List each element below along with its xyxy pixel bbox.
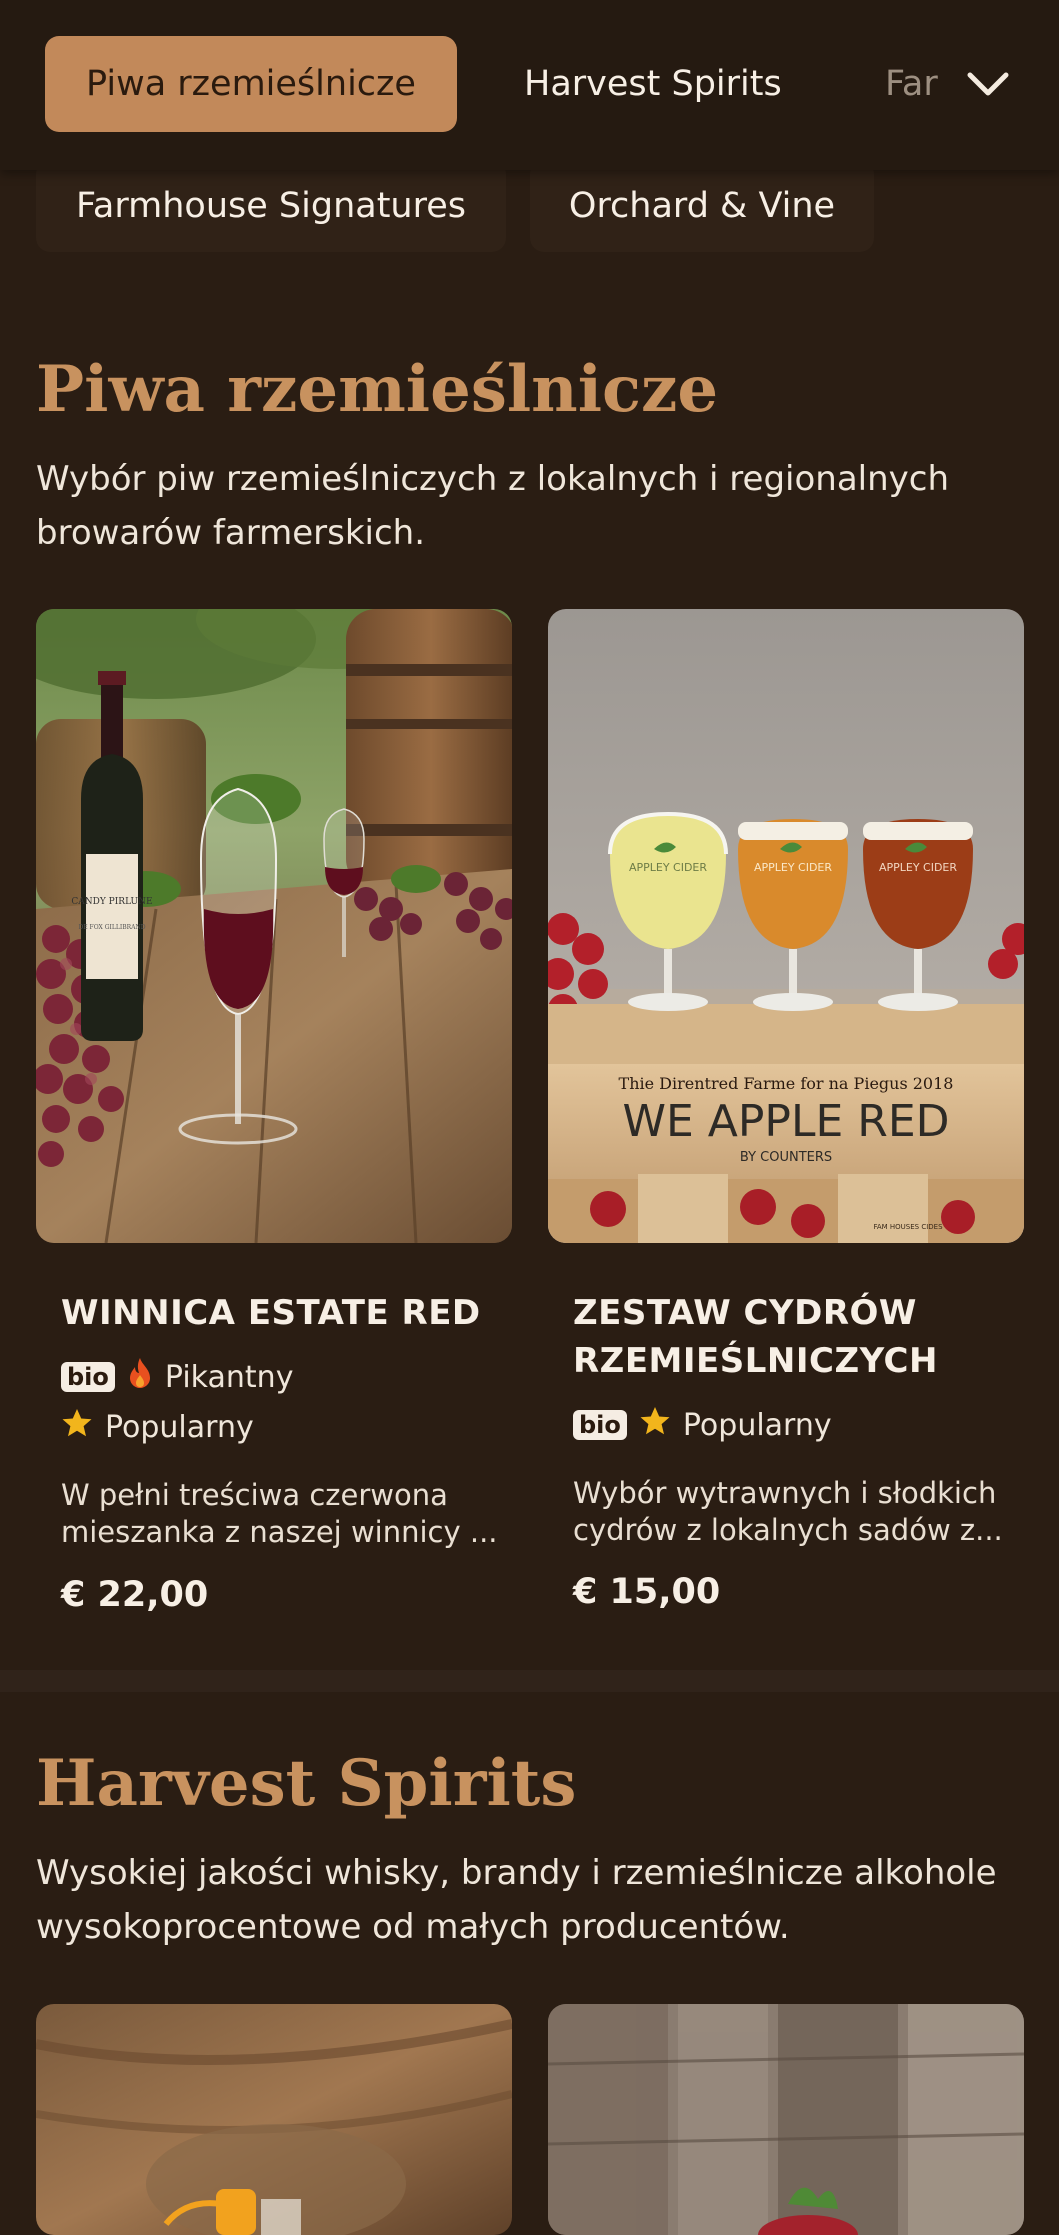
product-tags: bio Popularny <box>573 1405 832 1445</box>
product-price: € 22,00 <box>61 1575 209 1615</box>
product-price: € 15,00 <box>573 1572 721 1612</box>
section-divider <box>0 1670 1059 1692</box>
glass-label-2: APPLEY CIDER <box>754 861 832 874</box>
bottle-label-sub: DE FOX GILLIBRAND <box>78 924 145 931</box>
glass-label-1: APPLEY CIDER <box>629 861 707 874</box>
crate-top-text: Thie Direntred Farme for na Piegus 2018 <box>619 1074 954 1093</box>
category-nav: Piwa rzemieślnicze Harvest Spirits Far <box>0 0 1059 170</box>
product-image-spirit-2[interactable] <box>548 2004 1024 2235</box>
popular-label: Popularny <box>105 1409 254 1445</box>
flame-icon <box>127 1357 153 1397</box>
tab-harvest-spirits[interactable]: Harvest Spirits <box>524 36 782 132</box>
crate-small-text: FAM HOUSES CIDES <box>873 1223 943 1231</box>
bio-badge: bio <box>573 1410 627 1440</box>
product-card-cydry[interactable]: Thie Direntred Farme for na Piegus 2018 … <box>548 609 1024 1629</box>
tab-piwa-rzemieslnicze[interactable]: Piwa rzemieślnicze <box>45 36 457 132</box>
product-tags: bio Pikantny <box>61 1357 293 1397</box>
product-name: ZESTAW CYDRÓW RZEMIEŚLNICZYCH <box>573 1293 938 1381</box>
section-description-harvest-spirits: Wysokiej jakości whisky, brandy i rzemie… <box>36 1853 997 1947</box>
subtab-farmhouse-signatures[interactable]: Farmhouse Signatures <box>36 160 506 252</box>
product-image-cider[interactable]: Thie Direntred Farme for na Piegus 2018 … <box>548 609 1024 1243</box>
bio-badge: bio <box>61 1362 115 1392</box>
star-icon <box>61 1407 93 1447</box>
spicy-label: Pikantny <box>164 1359 294 1395</box>
product-card-winnica[interactable]: CANDY PIRLUNE DE FOX GILLIBRAND WINNICA … <box>36 609 512 1629</box>
popular-label: Popularny <box>682 1407 832 1443</box>
glass-label-3: APPLEY CIDER <box>879 861 957 874</box>
product-description: W pełni treściwa czerwona mieszanka z na… <box>61 1478 498 1549</box>
section-title-piwa: Piwa rzemieślnicze <box>36 352 719 427</box>
section-title-harvest-spirits: Harvest Spirits <box>36 1746 577 1821</box>
subtab-orchard-vine[interactable]: Orchard & Vine <box>530 160 874 252</box>
subcategory-row: Farmhouse Signatures Orchard & Vine <box>0 160 1059 253</box>
chevron-down-icon[interactable] <box>960 58 1016 110</box>
section-description-piwa: Wybór piw rzemieślniczych z lokalnych i … <box>36 459 950 553</box>
bottle-label: CANDY PIRLUNE <box>71 897 152 907</box>
tab-farmhouse-partial[interactable]: Far <box>885 36 945 132</box>
product-name: WINNICA ESTATE RED <box>61 1293 481 1333</box>
crate-main-text: WE APPLE RED <box>622 1096 949 1147</box>
product-description: Wybór wytrawnych i słodkich cydrów z lok… <box>573 1476 1003 1547</box>
product-image-spirit-1[interactable] <box>36 2004 512 2235</box>
star-icon <box>639 1405 671 1445</box>
crate-sub-text: BY COUNTERS <box>740 1150 832 1165</box>
product-tags-popular: Popularny <box>61 1407 254 1447</box>
product-image-wine[interactable]: CANDY PIRLUNE DE FOX GILLIBRAND <box>36 609 512 1243</box>
